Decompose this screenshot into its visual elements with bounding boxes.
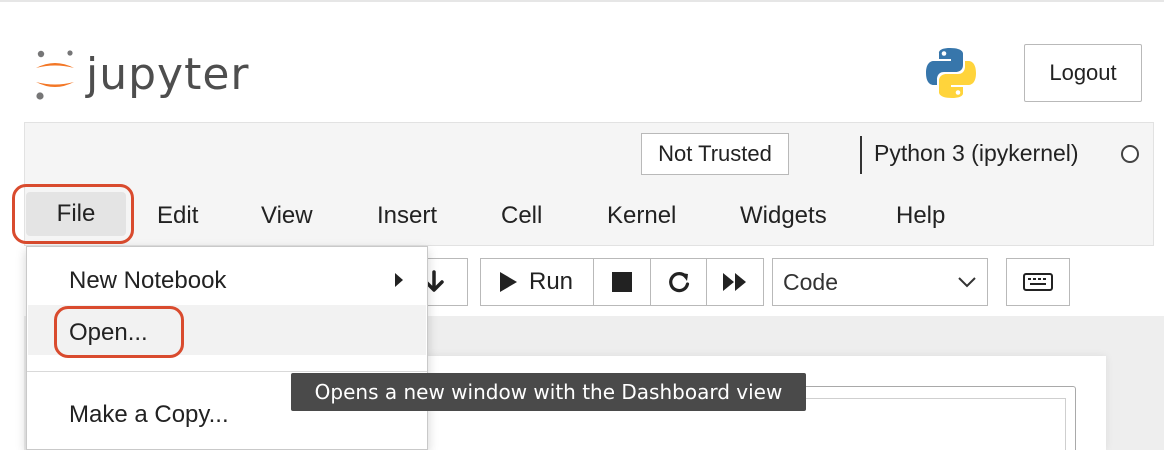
menu-help[interactable]: Help — [896, 196, 945, 236]
jupyter-logo[interactable]: jupyter — [32, 44, 250, 104]
fast-forward-icon — [723, 273, 746, 291]
keyboard-icon — [1023, 273, 1053, 291]
cell-type-select[interactable]: Code — [772, 258, 988, 306]
run-button[interactable]: Run — [480, 258, 594, 306]
kernel-status-icon — [1121, 145, 1139, 163]
open-tooltip: Opens a new window with the Dashboard vi… — [291, 373, 806, 411]
submenu-arrow-icon — [395, 273, 403, 287]
cell-type-value: Code — [783, 268, 838, 295]
file-dropdown-menu: New Notebook Open... Make a Copy... — [26, 246, 428, 450]
top-border — [0, 0, 1164, 2]
chevron-down-icon — [958, 277, 976, 288]
menu-item-open[interactable]: Open... — [69, 319, 148, 347]
menu-cell[interactable]: Cell — [501, 196, 542, 236]
jupyter-logo-icon — [36, 50, 74, 100]
restart-run-all-button[interactable] — [706, 258, 764, 306]
interrupt-kernel-button[interactable] — [593, 258, 651, 306]
kernel-name[interactable]: Python 3 (ipykernel) — [874, 140, 1079, 167]
not-trusted-button[interactable]: Not Trusted — [641, 133, 789, 175]
menu-edit[interactable]: Edit — [157, 196, 198, 236]
logout-button[interactable]: Logout — [1024, 44, 1142, 102]
menu-insert[interactable]: Insert — [377, 196, 437, 236]
menu-divider — [27, 371, 427, 372]
kernel-divider — [860, 136, 862, 174]
run-label: Run — [529, 268, 574, 295]
python-logo-icon — [926, 48, 976, 98]
stop-icon — [612, 272, 632, 292]
menu-item-make-a-copy[interactable]: Make a Copy... — [69, 401, 229, 429]
menu-kernel[interactable]: Kernel — [607, 196, 676, 236]
menu-widgets[interactable]: Widgets — [740, 196, 827, 236]
play-icon — [500, 272, 517, 292]
jupyter-logo-text: jupyter — [86, 48, 250, 100]
menu-view[interactable]: View — [261, 196, 313, 236]
menu-item-new-notebook[interactable]: New Notebook — [69, 267, 226, 295]
command-palette-button[interactable] — [1006, 258, 1070, 306]
menu-file[interactable]: File — [26, 192, 126, 236]
restart-kernel-button[interactable] — [650, 258, 707, 306]
restart-icon — [668, 272, 689, 293]
